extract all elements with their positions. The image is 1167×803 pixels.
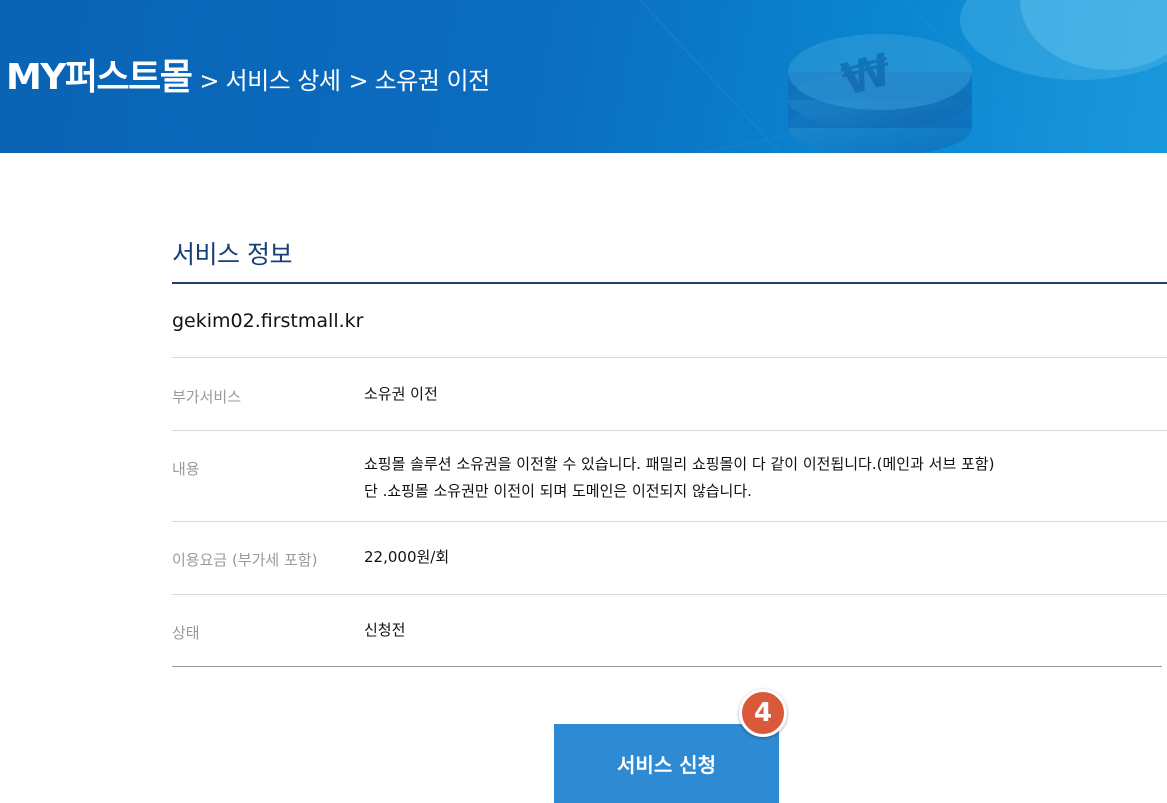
row-value-price: 22,000원/회 — [364, 548, 450, 566]
row-divider — [172, 521, 1167, 522]
row-value-description-line2: 단 .쇼핑몰 소유권만 이전이 되며 도메인은 이전되지 않습니다. — [364, 482, 752, 500]
breadcrumb: MY퍼스트몰 > 서비스 상세 > 소유권 이전 — [6, 48, 490, 100]
chevron-right-icon: > — [199, 67, 220, 95]
step-badge: 4 — [739, 689, 787, 737]
row-divider — [172, 430, 1167, 431]
page-banner: ₩ MY퍼스트몰 > 서비스 상세 > 소유권 이전 — [0, 0, 1167, 153]
row-label-status: 상태 — [172, 624, 200, 642]
section-title: 서비스 정보 — [172, 240, 292, 269]
title-divider — [172, 282, 1167, 284]
table-bottom-divider — [172, 666, 1162, 667]
row-value-addon: 소유권 이전 — [364, 385, 438, 403]
breadcrumb-service-detail[interactable]: 서비스 상세 — [225, 61, 341, 96]
row-value-status: 신청전 — [364, 621, 406, 639]
apply-service-button[interactable]: 서비스 신청 — [554, 724, 779, 803]
row-value-description-line1: 쇼핑몰 솔루션 소유권을 이전할 수 있습니다. 패밀리 쇼핑몰이 다 같이 이… — [364, 455, 995, 473]
row-divider — [172, 594, 1167, 595]
row-label-price: 이용요금 (부가세 포함) — [172, 551, 318, 569]
chevron-right-icon: > — [348, 67, 369, 95]
row-divider — [172, 357, 1167, 358]
breadcrumb-root[interactable]: MY퍼스트몰 — [6, 48, 193, 100]
row-label-description: 내용 — [172, 460, 200, 478]
row-label-addon: 부가서비스 — [172, 388, 242, 406]
shop-domain: gekim02.firstmall.kr — [172, 310, 364, 332]
breadcrumb-current: 소유권 이전 — [374, 67, 491, 95]
